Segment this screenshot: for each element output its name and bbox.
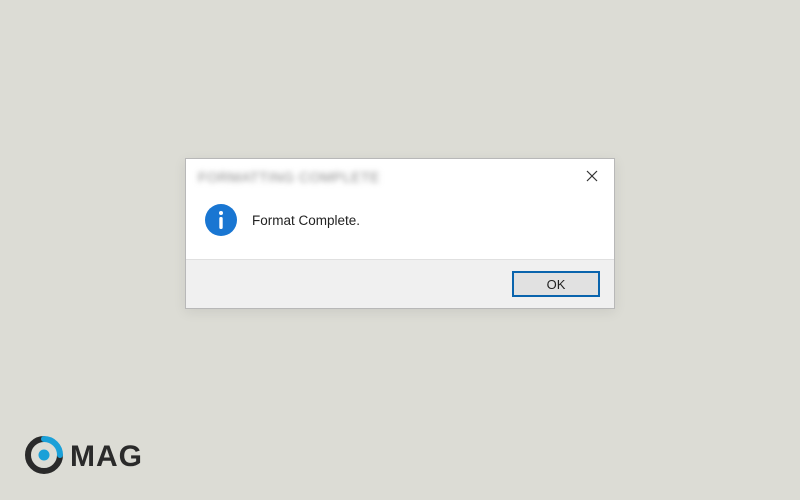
ok-button[interactable]: OK bbox=[512, 271, 600, 297]
dialog-box: FORMATTING COMPLETE Format Complete. OK bbox=[185, 158, 615, 309]
close-button[interactable] bbox=[570, 159, 614, 195]
watermark-text: MAG bbox=[70, 440, 143, 474]
close-icon bbox=[586, 170, 598, 185]
dialog-content: Format Complete. bbox=[186, 195, 614, 259]
dialog-message: Format Complete. bbox=[252, 213, 360, 228]
watermark-logo: MAG bbox=[24, 435, 143, 478]
dialog-footer: OK bbox=[186, 259, 614, 308]
titlebar: FORMATTING COMPLETE bbox=[186, 159, 614, 195]
logo-icon bbox=[24, 435, 64, 478]
info-icon bbox=[204, 203, 238, 237]
dialog-title: FORMATTING COMPLETE bbox=[198, 169, 380, 185]
